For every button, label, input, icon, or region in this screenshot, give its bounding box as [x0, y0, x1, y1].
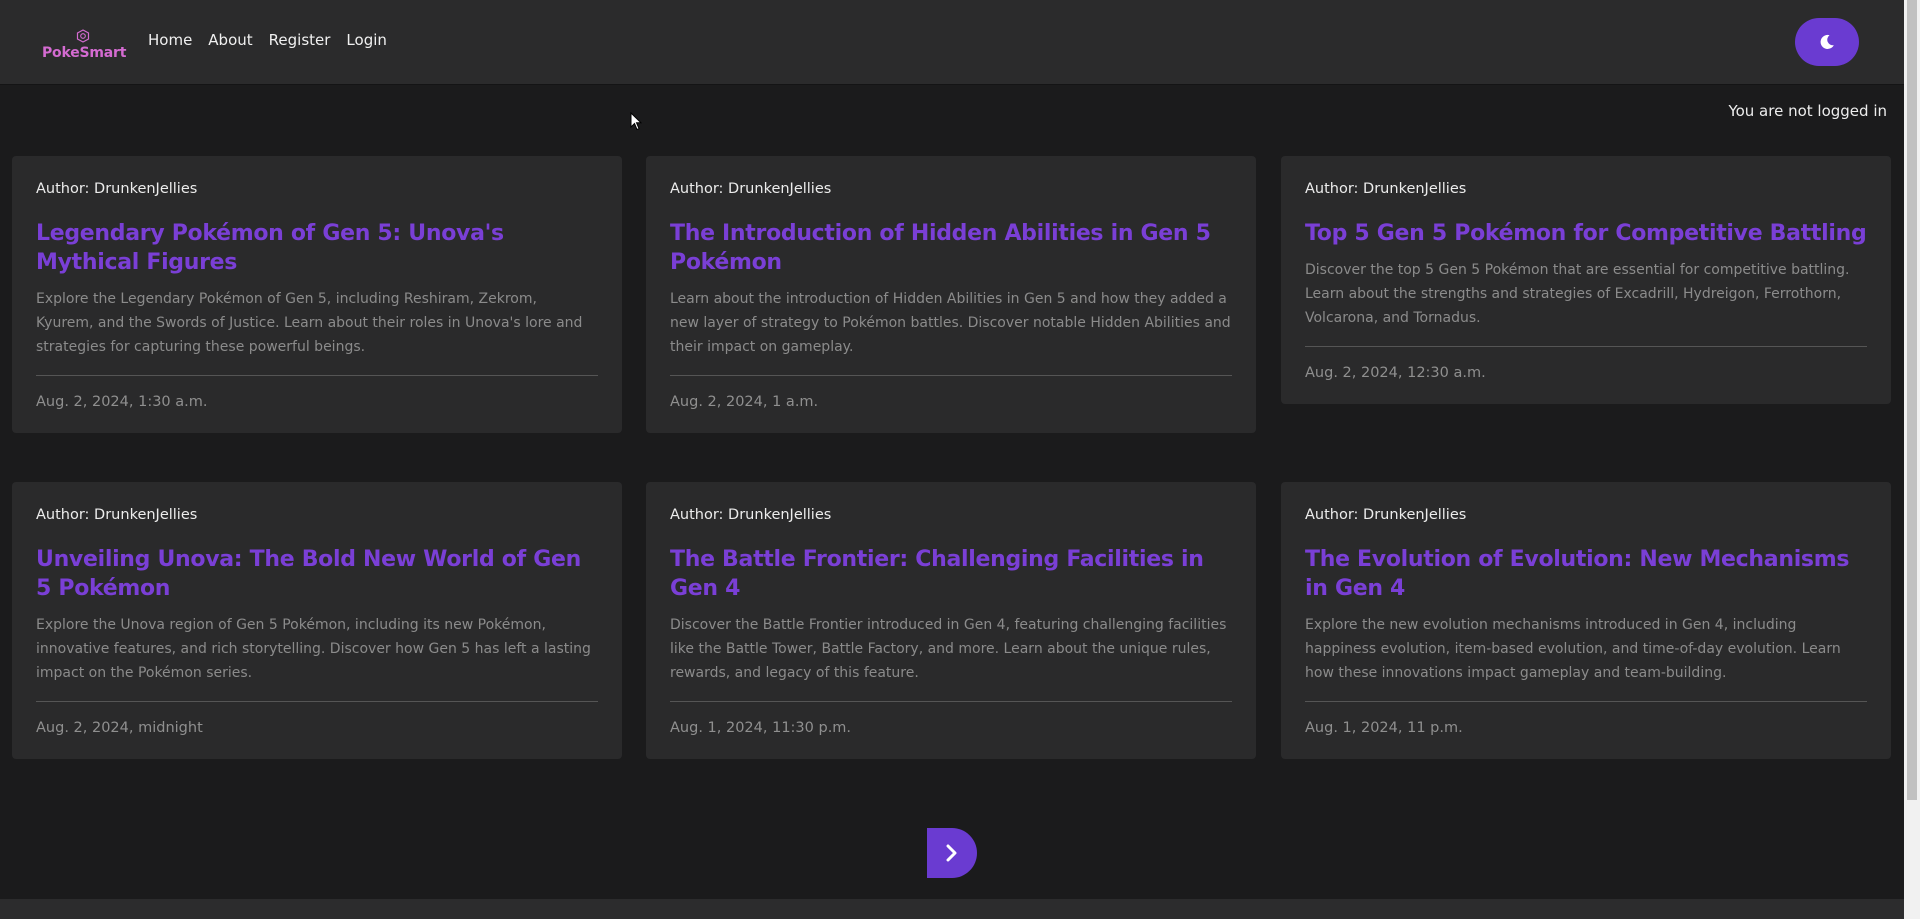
post-author: Author: DrunkenJellies [670, 181, 832, 197]
scrollbar[interactable] [1904, 0, 1920, 919]
post-card: Author: DrunkenJellies Legendary Pokémon… [12, 156, 622, 433]
post-author: Author: DrunkenJellies [670, 507, 832, 523]
post-card: Author: DrunkenJellies The Battle Fronti… [646, 482, 1256, 759]
post-title-link[interactable]: The Battle Frontier: Challenging Facilit… [670, 545, 1232, 603]
nav-link-login[interactable]: Login [346, 31, 386, 49]
post-title-link[interactable]: Legendary Pokémon of Gen 5: Unova's Myth… [36, 219, 598, 277]
nav-link-about[interactable]: About [208, 31, 252, 49]
login-status: You are not logged in [1728, 102, 1887, 120]
post-description: Explore the Unova region of Gen 5 Pokémo… [36, 617, 591, 681]
post-author: Author: DrunkenJellies [1305, 181, 1467, 197]
post-title-link[interactable]: Top 5 Gen 5 Pokémon for Competitive Batt… [1305, 219, 1867, 248]
post-date: Aug. 1, 2024, 11:30 p.m. [670, 720, 852, 736]
nav-link-register[interactable]: Register [269, 31, 331, 49]
mouse-cursor-icon [630, 112, 642, 131]
page: PokeSmart Home About Register Login You … [0, 0, 1920, 919]
brand-name: PokeSmart [42, 45, 127, 61]
scrollbar-thumb[interactable] [1907, 0, 1917, 800]
post-card: Author: DrunkenJellies The Introduction … [646, 156, 1256, 433]
post-date: Aug. 1, 2024, 11 p.m. [1305, 720, 1463, 736]
post-date: Aug. 2, 2024, 12:30 a.m. [1305, 365, 1486, 381]
nav-link-home[interactable]: Home [148, 31, 192, 49]
post-author: Author: DrunkenJellies [36, 507, 198, 523]
post-title-link[interactable]: The Evolution of Evolution: New Mechanis… [1305, 545, 1867, 603]
post-author: Author: DrunkenJellies [1305, 507, 1467, 523]
post-description: Discover the Battle Frontier introduced … [670, 617, 1227, 681]
post-title-link[interactable]: Unveiling Unova: The Bold New World of G… [36, 545, 598, 603]
pokeball-icon [76, 29, 90, 43]
post-card: Author: DrunkenJellies The Evolution of … [1281, 482, 1891, 759]
post-description: Learn about the introduction of Hidden A… [670, 291, 1231, 355]
post-date: Aug. 2, 2024, 1 a.m. [670, 394, 819, 410]
post-title-link[interactable]: The Introduction of Hidden Abilities in … [670, 219, 1232, 277]
brand-logo[interactable]: PokeSmart [42, 28, 127, 66]
nav-links: Home About Register Login [148, 31, 403, 49]
post-author: Author: DrunkenJellies [36, 181, 198, 197]
moon-icon [1820, 34, 1834, 49]
post-description: Explore the Legendary Pokémon of Gen 5, … [36, 291, 583, 355]
post-date: Aug. 2, 2024, midnight [36, 720, 203, 736]
post-card: Author: DrunkenJellies Unveiling Unova: … [12, 482, 622, 759]
navbar: PokeSmart Home About Register Login [0, 0, 1904, 84]
next-page-button[interactable] [927, 828, 977, 878]
chevron-right-icon [946, 844, 957, 862]
post-description: Explore the new evolution mechanisms int… [1305, 617, 1841, 681]
theme-toggle-button[interactable] [1795, 18, 1859, 66]
post-description: Discover the top 5 Gen 5 Pokémon that ar… [1305, 262, 1850, 326]
post-date: Aug. 2, 2024, 1:30 a.m. [36, 394, 208, 410]
footer [0, 899, 1904, 919]
post-card: Author: DrunkenJellies Top 5 Gen 5 Pokém… [1281, 156, 1891, 404]
